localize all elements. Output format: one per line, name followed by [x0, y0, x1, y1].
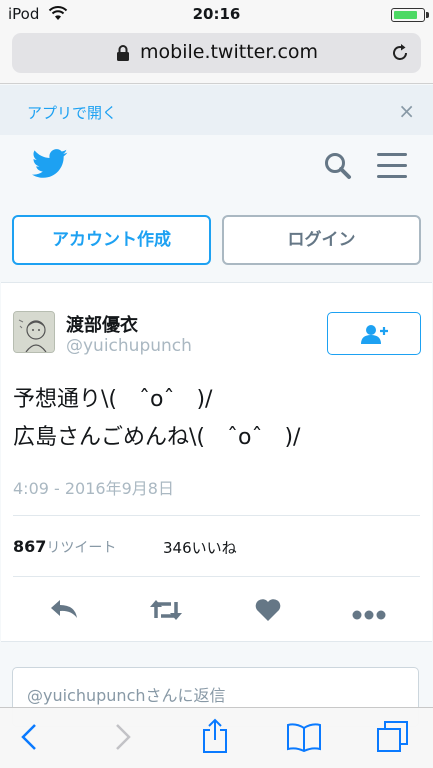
battery-nub [426, 12, 429, 18]
login-button[interactable]: ログイン [222, 215, 421, 265]
search-icon[interactable] [323, 151, 353, 185]
back-icon[interactable] [20, 722, 38, 756]
reply-icon[interactable] [49, 598, 79, 624]
battery-icon [391, 8, 429, 22]
forward-icon[interactable] [114, 722, 132, 756]
tweet-text-line-1: 予想通り\( ˆoˆ )/ [13, 387, 213, 412]
app-banner: アプリで開く × [0, 85, 433, 135]
retweet-count: 867 [13, 537, 47, 556]
lock-icon [116, 44, 130, 66]
battery-fill [394, 11, 417, 19]
open-in-app-link[interactable]: アプリで開く [27, 102, 117, 123]
retweet-label: リツイート [46, 540, 117, 556]
tabs-icon[interactable] [376, 720, 410, 758]
follow-button[interactable] [327, 312, 421, 355]
more-icon[interactable] [352, 605, 386, 624]
site-header [0, 135, 433, 203]
author-handle[interactable]: @yuichupunch [66, 336, 192, 356]
like-stat[interactable]: 346いいね [163, 537, 237, 558]
browser-toolbar [0, 707, 433, 768]
signup-button[interactable]: アカウント作成 [12, 215, 211, 265]
url-text: mobile.twitter.com [140, 41, 319, 63]
tweet-card: 渡部優衣 @yuichupunch 予想通り\( ˆoˆ )/ 広島さんごめんね… [1, 282, 432, 642]
follow-user-icon [361, 325, 388, 344]
divider [13, 515, 420, 516]
close-icon[interactable]: × [398, 99, 415, 123]
bookmarks-icon[interactable] [286, 722, 322, 756]
divider [13, 576, 420, 577]
share-icon[interactable] [201, 718, 229, 758]
address-bar[interactable]: mobile.twitter.com [12, 33, 421, 73]
like-label: いいね [191, 539, 237, 557]
tweet-text-line-2: 広島さんごめんね\( ˆoˆ )/ [13, 425, 301, 450]
status-bar: iPod 20:16 [0, 0, 433, 28]
reload-icon[interactable] [389, 42, 411, 68]
reply-placeholder: @yuichupunchさんに返信 [27, 686, 226, 705]
avatar[interactable] [13, 311, 55, 353]
author-name[interactable]: 渡部優衣 [66, 311, 138, 337]
retweet-stat[interactable]: 867リツイート [13, 537, 116, 557]
browser-chrome: mobile.twitter.com [0, 28, 433, 84]
clock: 20:16 [192, 5, 241, 23]
twitter-bird-icon[interactable] [32, 149, 68, 183]
tweet-timestamp[interactable]: 4:09 - 2016年9月8日 [13, 475, 174, 499]
like-count: 346 [163, 539, 192, 557]
like-heart-icon[interactable] [255, 598, 281, 626]
retweet-icon[interactable] [149, 598, 183, 626]
tweet-text: 予想通り\( ˆoˆ )/ 広島さんごめんね\( ˆoˆ )/ [13, 381, 300, 457]
menu-icon[interactable] [377, 152, 407, 184]
